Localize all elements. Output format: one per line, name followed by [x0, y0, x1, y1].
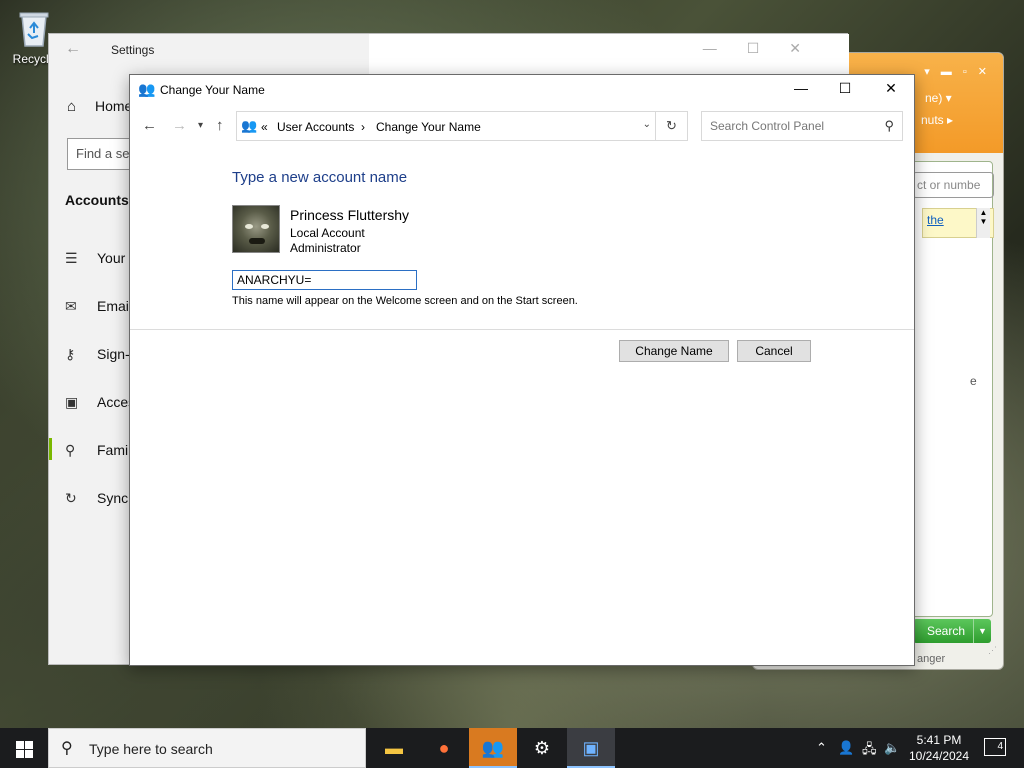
key-icon: ⚷: [65, 346, 76, 362]
settings-title: Settings: [111, 43, 155, 57]
briefcase-icon: ▣: [65, 394, 79, 410]
user-accounts-icon: 👥: [138, 81, 156, 97]
settings-nav-access[interactable]: ▣ Acces: [65, 394, 135, 411]
clock-date: 10/24/2024: [908, 749, 970, 763]
messenger-search-button[interactable]: Search ▼: [913, 619, 991, 643]
back-arrow-icon[interactable]: ←: [142, 117, 157, 134]
settings-section-title: Accounts: [65, 192, 129, 208]
maximize-button[interactable]: ☐: [830, 80, 860, 97]
settings-home-link[interactable]: ⌂ Home: [67, 98, 132, 115]
settings-gear-icon[interactable]: ⚙: [518, 728, 566, 768]
dialog-titlebar: 👥 Change Your Name — ☐ ✕: [130, 75, 914, 105]
taskbar: ⚲ Type here to search ▬ ● 👥 ⚙ ▣ ⌃ 👤 🖧 🔈 …: [0, 728, 1024, 768]
taskbar-search-placeholder: Type here to search: [89, 741, 213, 757]
messenger-list-text: e: [970, 374, 977, 388]
control-panel-location-icon: 👥: [241, 118, 258, 133]
network-icon[interactable]: 🖧: [862, 740, 877, 762]
chevron-down-icon[interactable]: ⌄: [643, 119, 651, 130]
person-card-icon: ☰: [65, 250, 78, 266]
change-name-dialog[interactable]: 👥 Change Your Name — ☐ ✕ ← → ▾ ↑ 👥 « Use…: [129, 74, 915, 666]
forward-arrow-icon[interactable]: →: [172, 117, 187, 134]
up-arrow-icon[interactable]: ↑: [216, 117, 224, 134]
chevron-up-icon[interactable]: ⌃: [816, 740, 827, 756]
search-icon: ⚲: [884, 118, 894, 133]
resize-grip-icon[interactable]: ⋰: [988, 645, 997, 656]
user-avatar: [232, 205, 280, 253]
name-hint-text: This name will appear on the Welcome scr…: [232, 295, 578, 307]
navigation-bar: ← → ▾ ↑ 👥 « User Accounts › Change Your …: [130, 109, 914, 143]
user-display-name: Princess Fluttershy: [290, 207, 410, 223]
volume-icon[interactable]: 🔈: [884, 740, 900, 756]
dialog-title: Change Your Name: [160, 83, 265, 97]
clock-time: 5:41 PM: [916, 733, 962, 747]
messenger-personal-message[interactable]: nuts ▸: [921, 113, 953, 127]
control-panel-icon[interactable]: ▣: [567, 728, 615, 768]
settings-nav-sync[interactable]: ↻ Sync y: [65, 490, 139, 507]
sync-icon: ↻: [65, 490, 77, 506]
taskbar-search-box[interactable]: ⚲ Type here to search: [48, 728, 366, 768]
recent-locations-chevron-icon[interactable]: ▾: [198, 120, 203, 131]
messenger-status-text[interactable]: ne) ▾: [925, 91, 952, 105]
settings-nav-your-info[interactable]: ☰ Your i: [65, 250, 132, 267]
messenger-window-controls[interactable]: ▾ ▬ ▫ ✕: [924, 65, 991, 78]
recycle-bin-icon: [17, 8, 51, 48]
messenger-contact-search[interactable]: ct or numbe: [912, 172, 994, 198]
messenger-footer-text: anger: [917, 653, 946, 665]
notification-center-icon[interactable]: 4: [984, 738, 1006, 756]
start-button[interactable]: [0, 728, 48, 768]
minimize-button[interactable]: —: [786, 80, 816, 96]
dialog-separator: [130, 329, 914, 330]
settings-titlebar: ← Settings —☐✕: [49, 34, 847, 66]
cancel-button[interactable]: Cancel: [737, 340, 811, 362]
selected-item-indicator: [49, 438, 52, 460]
new-account-name-input[interactable]: [232, 270, 417, 290]
back-arrow-icon[interactable]: ←: [65, 40, 81, 58]
chevron-down-icon[interactable]: ▼: [973, 619, 991, 643]
breadcrumb-overflow[interactable]: «: [261, 120, 268, 134]
user-role: Administrator: [290, 241, 361, 255]
breadcrumb-change-your-name[interactable]: Change Your Name: [376, 120, 481, 134]
breadcrumb-user-accounts[interactable]: User Accounts: [277, 120, 354, 134]
change-name-button[interactable]: Change Name: [619, 340, 729, 362]
person-add-icon: ⚲: [65, 442, 76, 458]
settings-nav-sign-in[interactable]: ⚷ Sign-i: [65, 346, 133, 363]
messenger-icon[interactable]: 👥: [469, 728, 517, 768]
control-panel-search-input[interactable]: Search Control Panel ⚲: [701, 111, 903, 141]
firefox-icon[interactable]: ●: [420, 728, 468, 768]
messenger-tray-icon[interactable]: 👤: [838, 740, 854, 756]
system-clock[interactable]: 5:41 PM 10/24/2024: [906, 732, 972, 764]
refresh-button[interactable]: ↻: [655, 112, 687, 140]
settings-window-controls[interactable]: —☐✕: [703, 40, 831, 57]
page-heading: Type a new account name: [232, 169, 408, 186]
user-account-type: Local Account: [290, 226, 365, 240]
search-icon: ⚲: [61, 740, 73, 757]
address-bar[interactable]: 👥 « User Accounts › Change Your Name ⌄ ↻: [236, 111, 688, 141]
breadcrumb-separator[interactable]: ›: [361, 120, 365, 134]
mail-icon: ✉: [65, 298, 77, 314]
home-icon: ⌂: [67, 98, 77, 115]
file-explorer-icon[interactable]: ▬: [370, 728, 418, 768]
settings-nav-family[interactable]: ⚲ Family: [65, 442, 138, 459]
settings-nav-email[interactable]: ✉ Email: [65, 298, 132, 315]
close-button[interactable]: ✕: [876, 80, 906, 97]
messenger-scrollbar[interactable]: ▲ ▼: [976, 208, 990, 238]
